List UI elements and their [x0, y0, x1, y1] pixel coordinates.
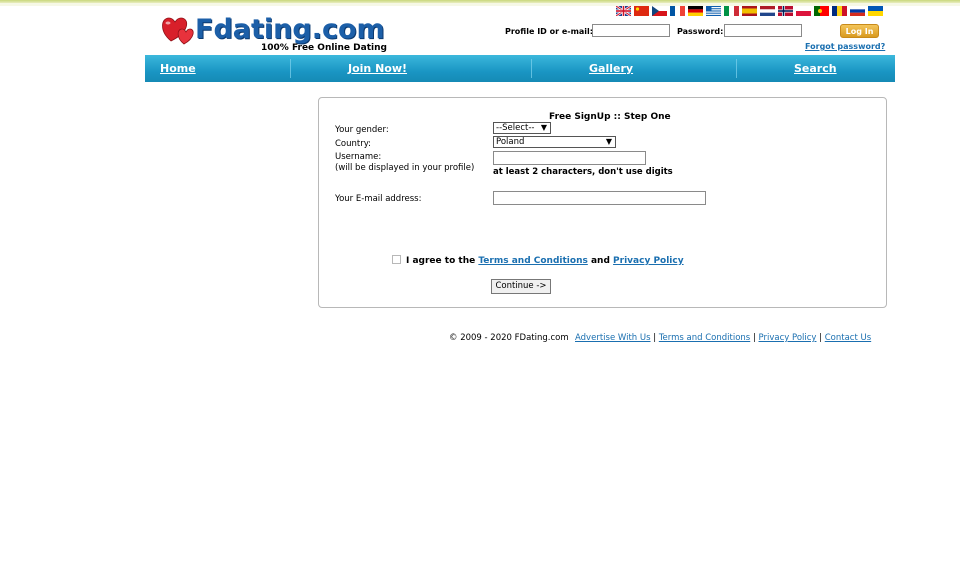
continue-button[interactable]: Continue ->	[491, 279, 551, 294]
footer-links: Advertise With Us | Terms and Conditions…	[575, 333, 871, 343]
country-label: Country:	[335, 139, 372, 149]
country-select-value: Poland	[496, 137, 525, 147]
forgot-password-link[interactable]: Forgot password?	[805, 42, 885, 51]
nav-separator	[290, 59, 291, 78]
italian-flag-icon[interactable]	[724, 6, 739, 16]
nav-join-now[interactable]: Join Now!	[348, 62, 407, 75]
nav-home[interactable]: Home	[160, 62, 196, 75]
gender-label: Your gender:	[335, 125, 389, 135]
terms-link[interactable]: Terms and Conditions	[478, 256, 587, 266]
logo-text: Fdating.com	[195, 14, 385, 45]
profile-id-input[interactable]	[592, 24, 670, 37]
username-input[interactable]	[493, 151, 646, 165]
privacy-link[interactable]: Privacy Policy	[613, 256, 684, 266]
agree-checkbox[interactable]	[392, 255, 401, 264]
agree-prefix: I agree to the	[406, 256, 476, 266]
portuguese-flag-icon[interactable]	[814, 6, 829, 16]
footer-terms-link[interactable]: Terms and Conditions	[659, 333, 750, 343]
footer-separator: |	[819, 333, 823, 343]
hearts-icon	[162, 17, 194, 45]
username-hint: at least 2 characters, don't use digits	[493, 167, 673, 177]
russian-flag-icon[interactable]	[850, 6, 865, 16]
email-input[interactable]	[493, 191, 706, 205]
footer-copyright: © 2009 - 2020 FDating.com	[449, 333, 569, 343]
footer-separator: |	[752, 333, 756, 343]
greek-flag-icon[interactable]	[706, 6, 721, 16]
profile-id-label: Profile ID or e-mail:	[505, 27, 593, 36]
main-nav: Home Join Now! Gallery Search	[145, 55, 895, 82]
username-label: Username:	[335, 152, 382, 162]
ukrainian-flag-icon[interactable]	[868, 6, 883, 16]
dropdown-arrow-icon: ▼	[540, 123, 547, 132]
nav-gallery[interactable]: Gallery	[589, 62, 633, 75]
password-label: Password:	[677, 27, 724, 36]
gender-select[interactable]: --Select-- ▼	[493, 122, 551, 134]
polish-flag-icon[interactable]	[796, 6, 811, 16]
agree-text: I agree to the Terms and Conditions and …	[406, 256, 684, 266]
footer-advertise-link[interactable]: Advertise With Us	[575, 333, 651, 343]
agree-and: and	[590, 256, 610, 266]
language-flags	[616, 6, 883, 16]
footer-privacy-link[interactable]: Privacy Policy	[759, 333, 817, 343]
dutch-flag-icon[interactable]	[760, 6, 775, 16]
username-note: (will be displayed in your profile)	[335, 163, 475, 173]
site-logo[interactable]: Fdating.com 100% Free Online Dating	[161, 14, 391, 54]
logo-tagline: 100% Free Online Dating	[261, 43, 387, 53]
norwegian-flag-icon[interactable]	[778, 6, 793, 16]
dropdown-arrow-icon: ▼	[605, 137, 612, 146]
footer-separator: |	[653, 333, 657, 343]
chinese-flag-icon[interactable]	[634, 6, 649, 16]
spanish-flag-icon[interactable]	[742, 6, 757, 16]
password-input[interactable]	[724, 24, 802, 37]
nav-separator	[736, 59, 737, 78]
gender-select-value: --Select--	[496, 123, 535, 133]
nav-separator	[531, 59, 532, 78]
german-flag-icon[interactable]	[688, 6, 703, 16]
login-button[interactable]: Log In	[840, 24, 879, 38]
country-select[interactable]: Poland ▼	[493, 136, 616, 148]
nav-search[interactable]: Search	[794, 62, 837, 75]
footer-contact-link[interactable]: Contact Us	[825, 333, 871, 343]
romanian-flag-icon[interactable]	[832, 6, 847, 16]
english-flag-icon[interactable]	[616, 6, 631, 16]
french-flag-icon[interactable]	[670, 6, 685, 16]
signup-step-title: Free SignUp :: Step One	[549, 112, 671, 122]
czech-flag-icon[interactable]	[652, 6, 667, 16]
email-label: Your E-mail address:	[335, 194, 422, 204]
